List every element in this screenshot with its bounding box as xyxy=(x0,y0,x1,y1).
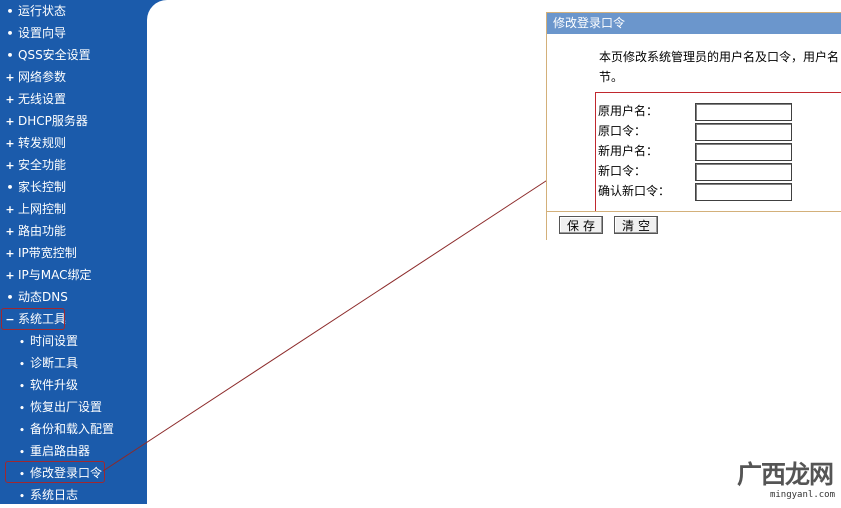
old-password-input[interactable] xyxy=(695,123,792,141)
credentials-form: 原用户名： 原口令： 新用户名： 新口令： 确认新口令： xyxy=(595,92,841,213)
description-line-2: 节。 xyxy=(599,70,624,84)
old-password-label: 原口令： xyxy=(598,124,647,138)
button-bar: 保存 清空 xyxy=(547,211,841,240)
new-username-label: 新用户名： xyxy=(598,144,659,158)
clear-button[interactable]: 清空 xyxy=(614,216,658,234)
description-line-1: 本页修改系统管理员的用户名及口令，用户名 xyxy=(599,50,840,64)
confirm-password-label: 确认新口令： xyxy=(598,184,671,198)
old-username-input[interactable] xyxy=(695,103,792,121)
new-username-input[interactable] xyxy=(695,143,792,161)
old-username-label: 原用户名： xyxy=(598,104,659,118)
new-password-input[interactable] xyxy=(695,163,792,181)
panel-description: 本页修改系统管理员的用户名及口令，用户名 节。 xyxy=(599,47,841,87)
save-button[interactable]: 保存 xyxy=(559,216,603,234)
watermark-url: mingyanl.com xyxy=(769,490,835,500)
panel-title: 修改登录口令 xyxy=(547,13,841,34)
watermark-logo: 广西龙网 xyxy=(736,460,834,489)
confirm-password-input[interactable] xyxy=(695,183,792,201)
watermark: 广西龙网 mingyanl.com xyxy=(715,455,841,504)
new-password-label: 新口令： xyxy=(598,164,647,178)
change-password-panel: 修改登录口令 本页修改系统管理员的用户名及口令，用户名 节。 原用户名： 原口令… xyxy=(546,12,841,240)
